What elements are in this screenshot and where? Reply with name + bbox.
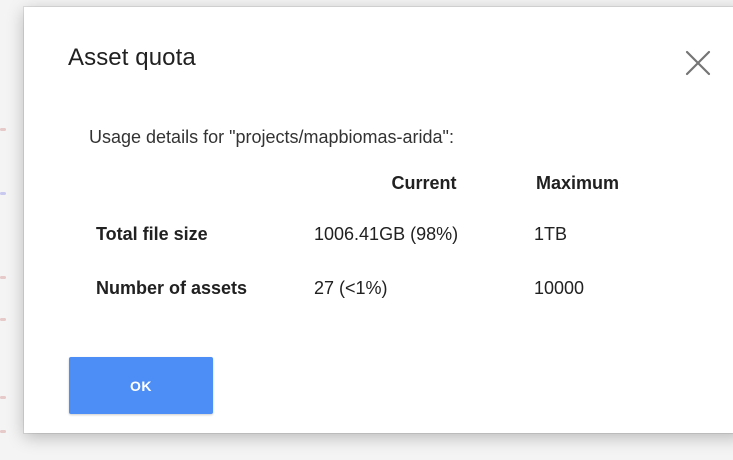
background-marker bbox=[0, 430, 6, 433]
table-header-row: Current Maximum bbox=[94, 173, 658, 207]
usage-details-text: Usage details for "projects/mapbiomas-ar… bbox=[89, 127, 454, 147]
dialog-title: Asset quota bbox=[68, 44, 196, 71]
cell-current-file-size: 1006.41GB (98%) bbox=[314, 223, 459, 244]
column-header-empty bbox=[94, 173, 314, 207]
asset-quota-dialog: Asset quota Usage details for "projects/… bbox=[24, 7, 733, 433]
table-row: Total file size 1006.41GB (98%) 1TB bbox=[94, 207, 658, 261]
column-header-maximum: Maximum bbox=[536, 173, 620, 193]
quota-table: Current Maximum Total file size 1006.41G… bbox=[94, 173, 658, 315]
cell-current-assets: 27 (<1%) bbox=[314, 277, 388, 298]
background-marker bbox=[0, 192, 6, 195]
column-header-current: Current bbox=[391, 173, 457, 193]
table-row: Number of assets 27 (<1%) 10000 bbox=[94, 261, 658, 315]
cell-maximum-assets: 10000 bbox=[534, 277, 585, 298]
row-label-number-of-assets: Number of assets bbox=[96, 277, 248, 298]
close-button[interactable] bbox=[682, 47, 714, 79]
ok-button[interactable]: OK bbox=[69, 357, 213, 414]
background-marker bbox=[0, 318, 6, 321]
background-marker bbox=[0, 128, 6, 131]
row-label-total-file-size: Total file size bbox=[96, 223, 208, 244]
background-marker bbox=[0, 276, 6, 279]
background-marker bbox=[0, 396, 6, 399]
close-icon bbox=[685, 50, 711, 76]
cell-maximum-file-size: 1TB bbox=[534, 223, 568, 244]
